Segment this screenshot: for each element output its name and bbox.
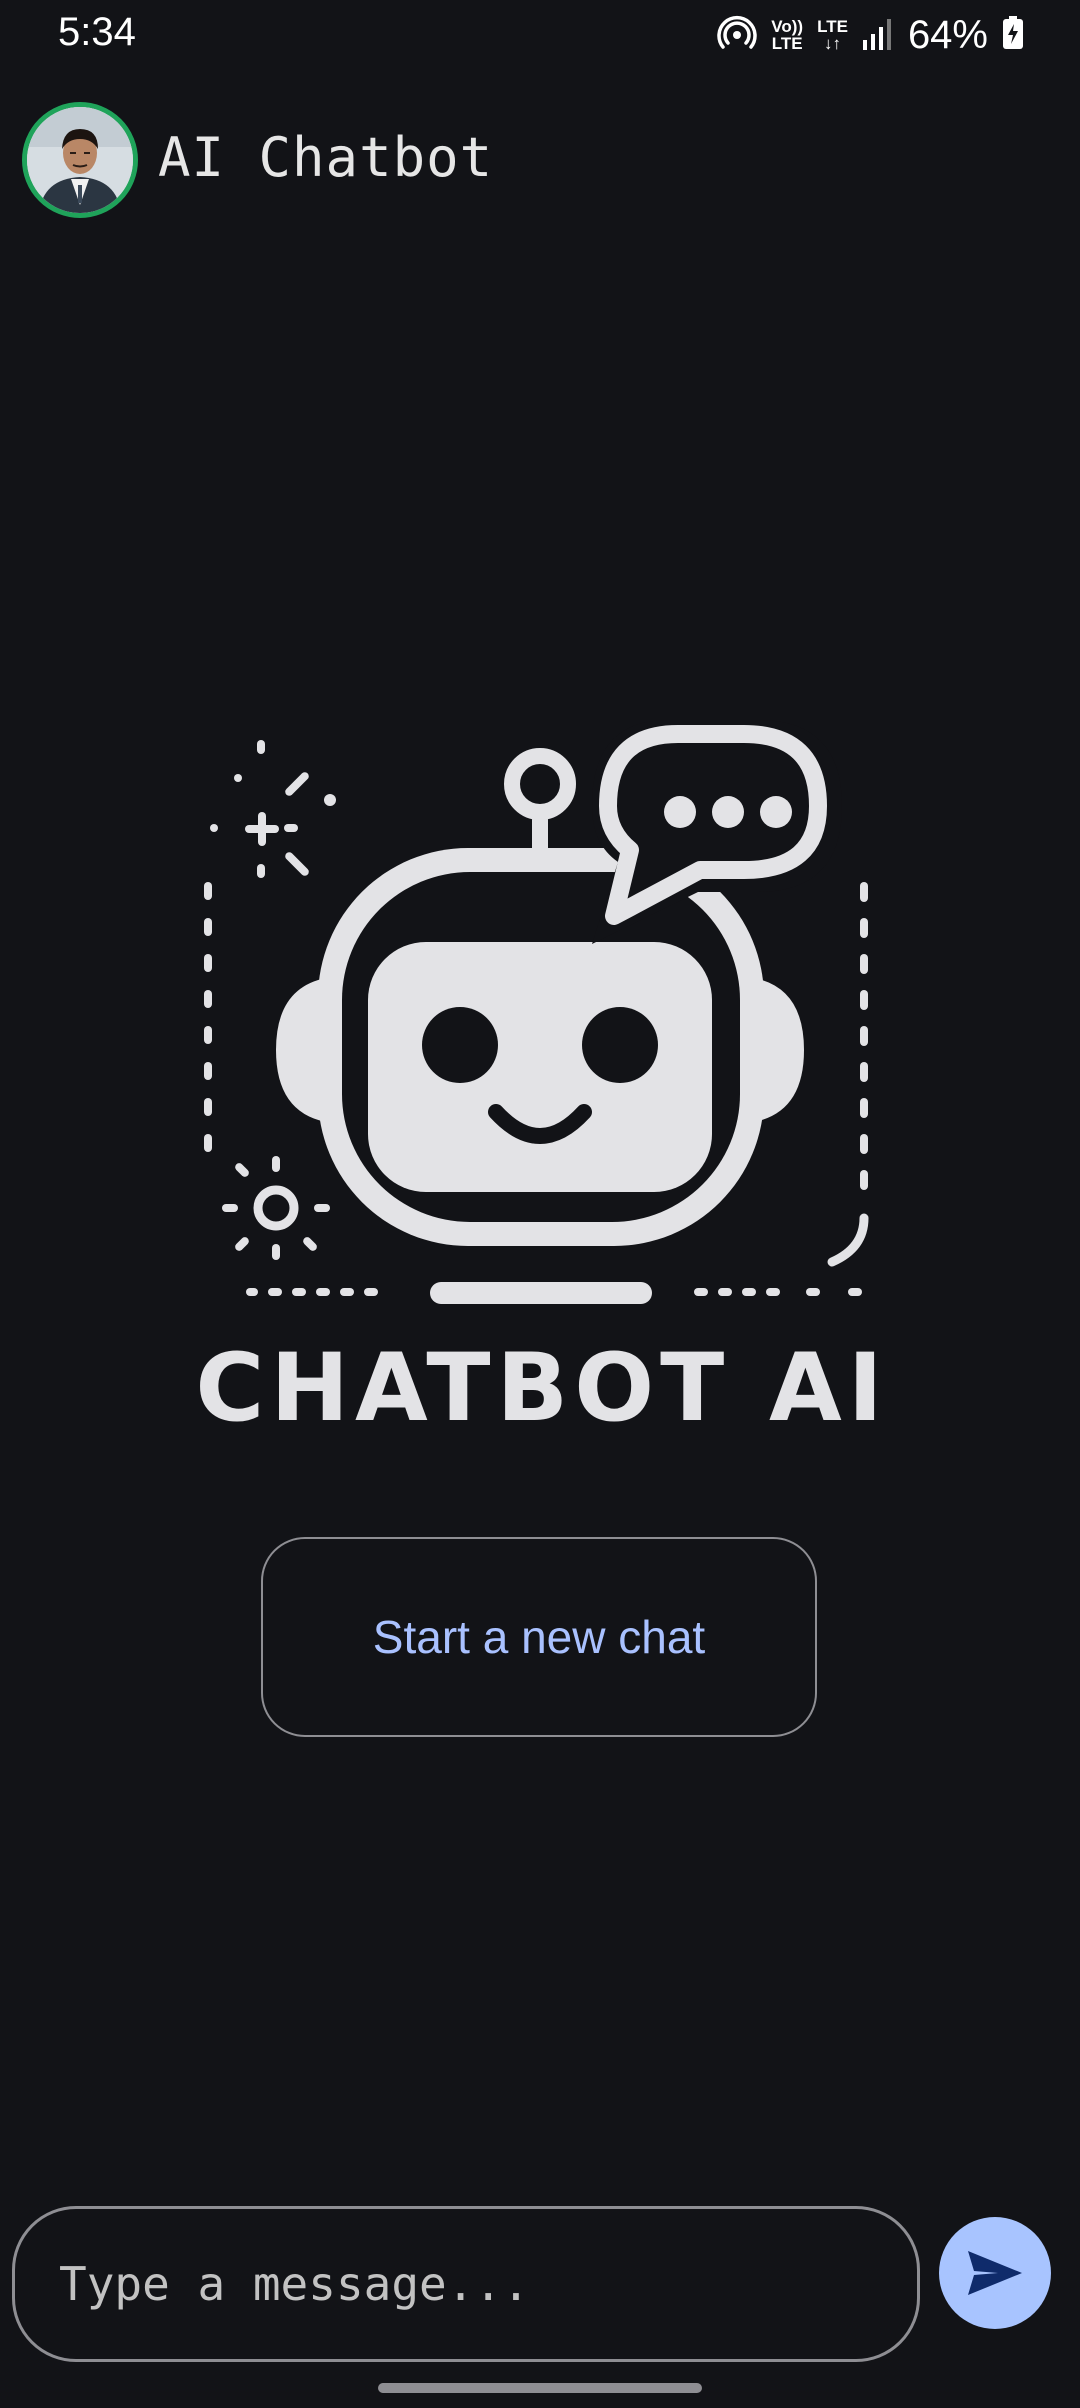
robot-chat-bubble-logo-icon: CHATBOT AI [195, 720, 888, 1443]
user-avatar-icon [27, 107, 133, 213]
app-bar: AI Chatbot [0, 100, 1080, 220]
status-icons: Vo)) LTE LTE ↓↑ 64% [717, 10, 1024, 60]
lte-top-text: LTE [817, 17, 848, 36]
start-new-chat-button[interactable]: Start a new chat [261, 1537, 817, 1737]
chatbot-logo: CHATBOT AI [195, 720, 888, 1443]
battery-charging-icon [1002, 15, 1024, 55]
lte-bottom-text: ↓↑ [824, 34, 841, 53]
app-title: AI Chatbot [158, 126, 494, 189]
hotspot-icon [717, 13, 757, 58]
chat-screen: 5:34 Vo)) LTE LTE ↓↑ 64% AI Chatbot CHAT… [0, 0, 1080, 2408]
volte-bottom-text: LTE [771, 34, 803, 53]
gesture-nav-bar[interactable] [378, 2383, 702, 2393]
status-bar: 5:34 Vo)) LTE LTE ↓↑ 64% [0, 0, 1080, 70]
lte-indicator: LTE ↓↑ [817, 18, 848, 52]
status-time: 5:34 [58, 10, 136, 54]
volte-top-text: Vo)) [771, 17, 804, 36]
avatar[interactable] [22, 102, 138, 218]
send-button[interactable] [939, 2217, 1051, 2329]
signal-icon [862, 16, 894, 55]
send-arrow-icon [968, 2251, 1022, 2295]
volte-indicator: Vo)) LTE [771, 18, 803, 52]
message-input[interactable] [12, 2206, 920, 2362]
start-new-chat-label: Start a new chat [372, 1611, 706, 1663]
battery-percent: 64% [907, 12, 988, 57]
logo-text: CHATBOT AI [198, 1334, 888, 1440]
